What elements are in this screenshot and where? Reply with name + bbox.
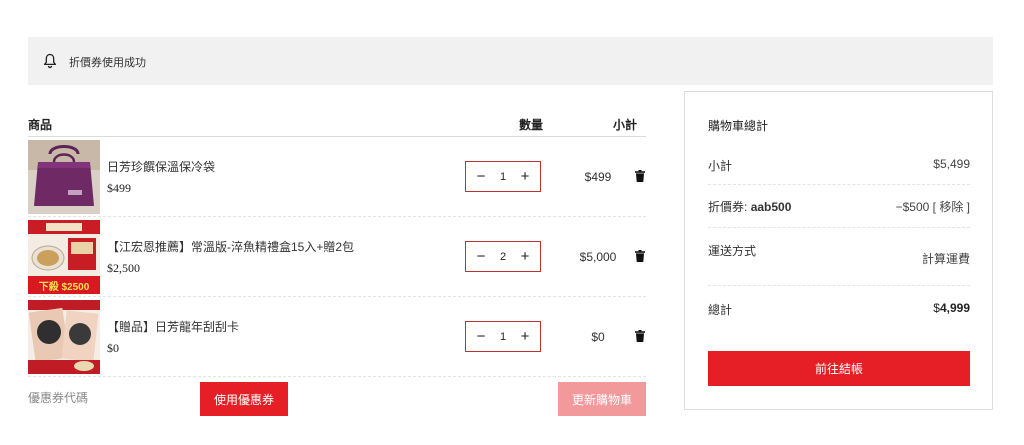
- totals-subtotal-row: 小計 $5,499: [708, 147, 970, 185]
- product-name[interactable]: 【贈品】日芳龍年刮刮卡: [107, 318, 239, 335]
- product-name[interactable]: 日芳珍饌保溫保冷袋: [107, 158, 215, 175]
- shipping-calculate-link[interactable]: 計算運費: [922, 250, 970, 267]
- product-price: $0: [107, 341, 119, 355]
- coupon-label: 折價券:: [708, 200, 748, 214]
- cart-totals-panel: 購物車總計 小計 $5,499 折價券: aab500 −$500 [ 移除 ]…: [684, 91, 993, 410]
- bell-icon: [43, 53, 57, 69]
- total-amount: $4,999: [933, 301, 970, 315]
- checkout-button[interactable]: 前往結帳: [708, 351, 970, 386]
- row-subtotal: $5,000: [579, 250, 617, 264]
- row-subtotal: $499: [584, 170, 612, 184]
- subtotal-label: 小計: [708, 159, 733, 173]
- cart-row: 【贈品】日芳龍年刮刮卡 $0 − 1 + $0: [28, 297, 646, 377]
- quantity-value[interactable]: 1: [500, 331, 506, 343]
- quantity-stepper: − 1 +: [465, 321, 541, 352]
- row-subtotal: $0: [591, 330, 605, 344]
- notice-banner: 折價券使用成功: [28, 37, 993, 85]
- apply-coupon-button[interactable]: 使用優惠券: [200, 382, 288, 416]
- increase-button[interactable]: +: [518, 249, 532, 264]
- total-value: 4,999: [939, 301, 970, 315]
- total-label: 總計: [708, 303, 733, 317]
- promo-banner-text: 下殺 $2500: [39, 280, 90, 293]
- product-image[interactable]: [28, 300, 100, 374]
- header-quantity: 數量: [518, 118, 543, 132]
- quantity-value[interactable]: 2: [500, 251, 506, 263]
- trash-icon[interactable]: [635, 330, 645, 342]
- coupon-discount: −$500 [ 移除 ]: [896, 198, 970, 215]
- coupon-code-input[interactable]: [28, 380, 198, 416]
- header-subtotal: 小計: [612, 118, 637, 132]
- quantity-stepper: − 2 +: [465, 241, 541, 272]
- applied-coupon-code: aab500: [750, 200, 792, 214]
- trash-icon[interactable]: [635, 250, 645, 262]
- update-cart-button[interactable]: 更新購物車: [558, 382, 646, 416]
- totals-shipping-row: 運送方式 計算運費: [708, 228, 970, 286]
- quantity-value[interactable]: 1: [500, 171, 506, 183]
- trash-icon[interactable]: [635, 170, 645, 182]
- product-image[interactable]: 下殺 $2500: [28, 220, 100, 294]
- product-price: $499: [107, 181, 131, 195]
- quantity-stepper: − 1 +: [465, 161, 541, 192]
- increase-button[interactable]: +: [518, 329, 532, 344]
- cart-header: 商品 數量 小計: [28, 110, 646, 137]
- decrease-button[interactable]: −: [474, 249, 488, 264]
- coupon-bar: 使用優惠券 更新購物車: [28, 380, 646, 416]
- decrease-button[interactable]: −: [474, 169, 488, 184]
- cart-table: 商品 數量 小計 日芳珍饌保溫保冷袋 $499 − 1 + $499 下殺 $2…: [28, 110, 646, 377]
- product-name[interactable]: 【江宏恩推薦】常溫版-淬魚精禮盒15入+贈2包: [107, 238, 354, 255]
- decrease-button[interactable]: −: [474, 329, 488, 344]
- total-currency: $: [933, 301, 940, 315]
- cart-row: 日芳珍饌保溫保冷袋 $499 − 1 + $499: [28, 137, 646, 217]
- totals-title: 購物車總計: [708, 119, 769, 133]
- totals-total-row: 總計 $4,999: [708, 286, 970, 334]
- increase-button[interactable]: +: [518, 169, 532, 184]
- coupon-value: −$500: [895, 200, 930, 214]
- totals-coupon-row: 折價券: aab500 −$500 [ 移除 ]: [708, 185, 970, 228]
- cart-row: 下殺 $2500 【江宏恩推薦】常溫版-淬魚精禮盒15入+贈2包 $2,500 …: [28, 217, 646, 297]
- subtotal-value: $5,499: [933, 157, 970, 171]
- header-product: 商品: [28, 118, 53, 132]
- coupon-row-label: 折價券: aab500: [708, 198, 791, 215]
- product-price: $2,500: [107, 261, 140, 275]
- product-image[interactable]: [28, 140, 100, 214]
- remove-coupon-link[interactable]: [ 移除 ]: [933, 200, 970, 214]
- notice-message: 折價券使用成功: [69, 57, 146, 69]
- shipping-label: 運送方式: [708, 244, 757, 258]
